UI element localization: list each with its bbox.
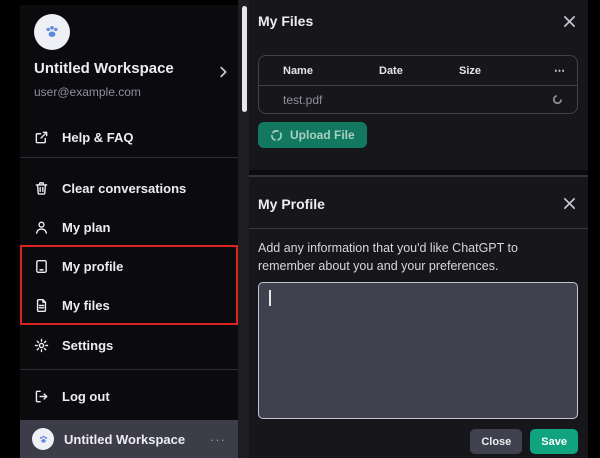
settings-panel: My Files Name Date Size ⋯ test.pdf Uploa… xyxy=(249,0,588,458)
my-files-section: My Files Name Date Size ⋯ test.pdf Uploa… xyxy=(249,0,588,170)
profile-footer: Close Save xyxy=(249,429,578,454)
section-divider xyxy=(249,170,588,177)
column-header-name: Name xyxy=(283,64,313,77)
profile-textarea[interactable] xyxy=(258,282,578,419)
file-icon xyxy=(34,298,49,313)
spinner-icon[interactable] xyxy=(549,94,577,105)
my-profile-section: My Profile Add any information that you'… xyxy=(249,179,588,458)
workspace-sidebar: Untitled Workspace user@example.com Help… xyxy=(20,5,238,458)
my-files-title: My Files xyxy=(258,13,314,29)
profile-description: Add any information that you'd like Chat… xyxy=(258,241,518,274)
sidebar-item-log-out[interactable]: Log out xyxy=(20,376,238,416)
ellipsis-icon[interactable]: ··· xyxy=(210,432,226,447)
workspace-email: user@example.com xyxy=(34,85,141,99)
spinner-icon xyxy=(270,129,283,142)
sidebar-item-label: My files xyxy=(62,297,110,313)
column-header-actions[interactable]: ⋯ xyxy=(549,64,577,77)
sidebar-item-clear-conversations[interactable]: Clear conversations xyxy=(20,168,238,208)
workspace-footer-bar[interactable]: Untitled Workspace ··· xyxy=(20,420,238,458)
close-icon[interactable] xyxy=(560,12,578,30)
files-table-header: Name Date Size ⋯ xyxy=(259,56,577,86)
profile-card-icon xyxy=(34,259,49,274)
save-button[interactable]: Save xyxy=(530,429,578,454)
table-row[interactable]: test.pdf xyxy=(259,86,577,113)
sidebar-item-my-plan[interactable]: My plan xyxy=(20,207,238,247)
column-header-date: Date xyxy=(379,64,403,77)
chevron-right-icon[interactable] xyxy=(216,65,230,79)
upload-file-button[interactable]: Upload File xyxy=(258,122,367,148)
sidebar-item-label: My profile xyxy=(62,258,124,274)
sidebar-divider xyxy=(20,369,238,370)
panel-scrollbar-thumb[interactable] xyxy=(242,6,247,112)
close-button[interactable]: Close xyxy=(470,429,523,454)
sidebar-item-label: Settings xyxy=(62,337,114,353)
workspace-name[interactable]: Untitled Workspace xyxy=(34,60,174,77)
sidebar-item-my-profile[interactable]: My profile xyxy=(20,246,238,286)
close-icon[interactable] xyxy=(560,195,578,213)
workspace-avatar-small xyxy=(32,428,54,450)
paw-icon xyxy=(39,435,47,443)
gear-icon xyxy=(34,338,49,353)
sidebar-item-label: Help & FAQ xyxy=(62,129,134,145)
trash-icon xyxy=(34,181,49,196)
files-table: Name Date Size ⋯ test.pdf xyxy=(258,55,578,114)
sidebar-divider xyxy=(20,157,238,158)
sidebar-item-help-faq[interactable]: Help & FAQ xyxy=(20,117,238,157)
sidebar-item-label: Clear conversations xyxy=(62,180,187,196)
sidebar-item-my-files[interactable]: My files xyxy=(20,285,238,325)
sidebar-item-label: My plan xyxy=(62,219,111,235)
file-name: test.pdf xyxy=(283,92,323,107)
upload-file-label: Upload File xyxy=(290,128,355,142)
logout-icon xyxy=(34,389,49,404)
profile-textarea-wrap xyxy=(258,282,578,419)
my-profile-title: My Profile xyxy=(258,195,325,212)
app-window: Untitled Workspace user@example.com Help… xyxy=(0,0,600,458)
external-link-icon xyxy=(34,130,49,145)
footer-workspace-name: Untitled Workspace xyxy=(64,431,186,447)
user-icon xyxy=(34,220,49,235)
column-header-size: Size xyxy=(459,64,482,77)
sidebar-item-label: Log out xyxy=(62,388,110,404)
paw-icon xyxy=(46,26,58,37)
sidebar-item-settings[interactable]: Settings xyxy=(20,325,238,365)
workspace-avatar xyxy=(34,14,70,50)
